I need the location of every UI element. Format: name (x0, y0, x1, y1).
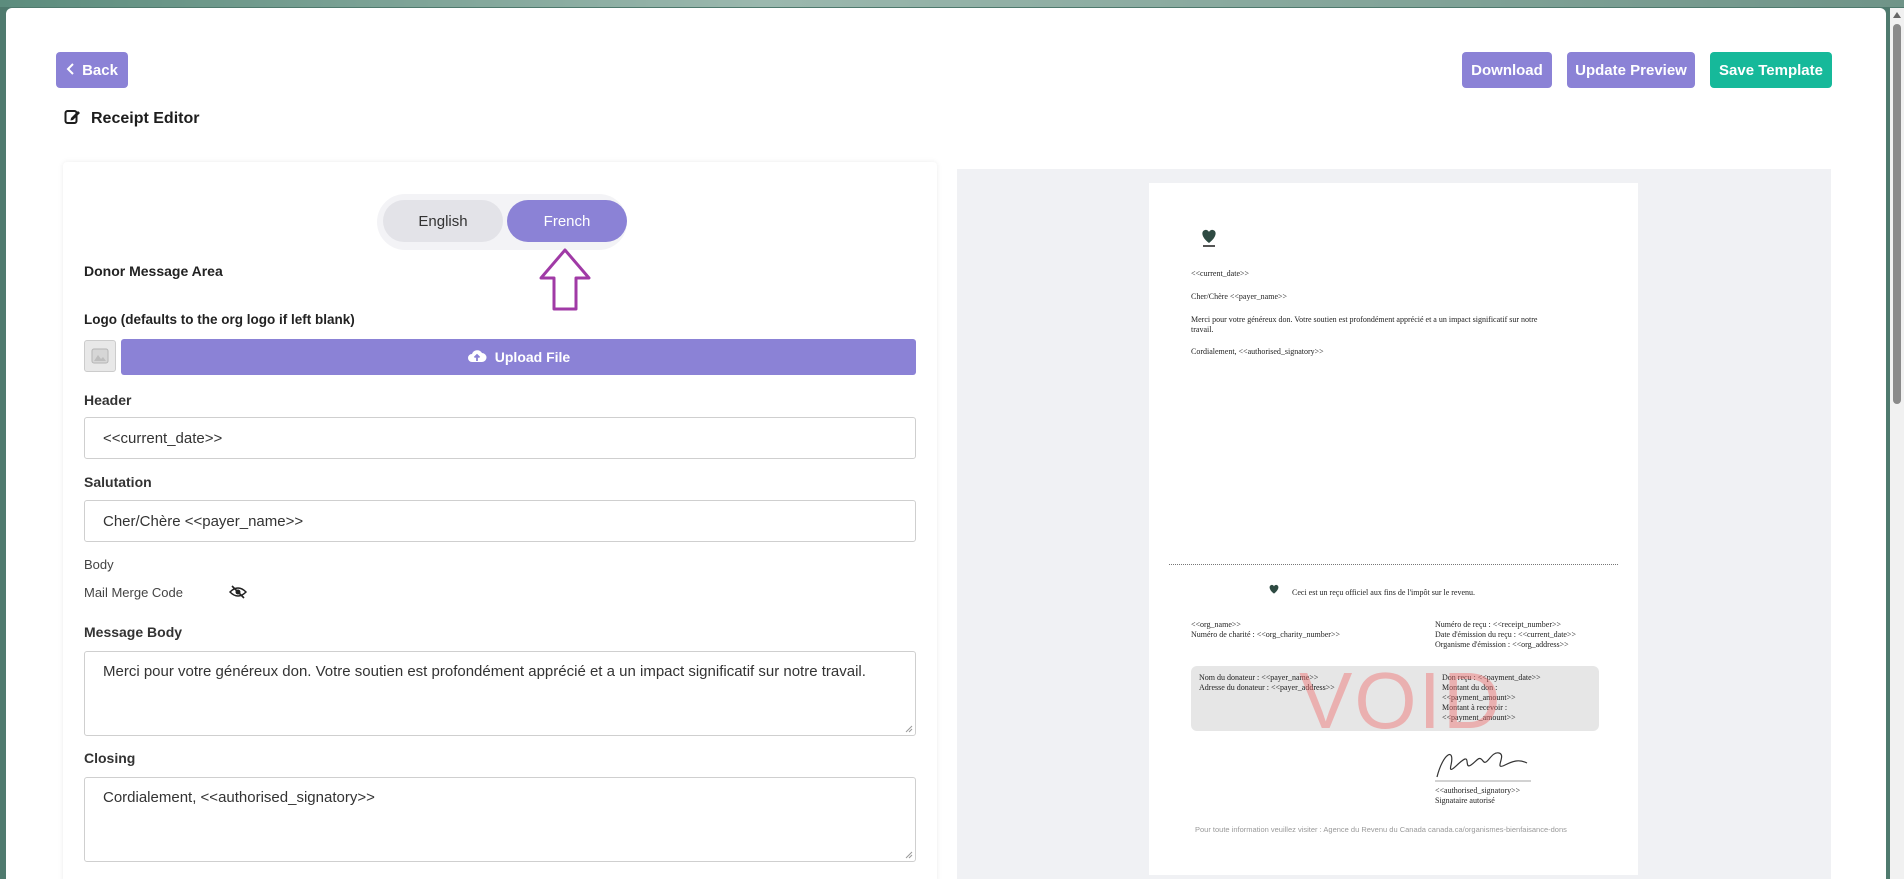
message-body-text: Merci pour votre généreux don. Votre sou… (103, 663, 866, 680)
language-toggle: English French (377, 194, 627, 250)
message-body-textarea[interactable]: Merci pour votre généreux don. Votre sou… (84, 651, 916, 736)
receipt-editor-modal: Back Download Update Preview Save Templa… (6, 8, 1886, 879)
page-scrollbar[interactable] (1890, 8, 1904, 879)
edit-icon (64, 108, 81, 130)
preview-body-line1: Merci pour votre généreux don. Votre sou… (1191, 315, 1538, 324)
salutation-input[interactable]: Cher/Chère <<payer_name>> (84, 500, 916, 542)
mail-merge-label: Mail Merge Code (84, 585, 183, 600)
receipt-preview-panel: <<current_date>> Cher/Chère <<payer_name… (957, 169, 1831, 879)
header-label: Header (84, 392, 132, 408)
issuing-org: Organisme d'émission : <<org_address>> (1435, 640, 1569, 649)
receipt-number: Numéro de reçu : <<receipt_number>> (1435, 620, 1561, 629)
logo-label: Logo (defaults to the org logo if left b… (84, 312, 355, 327)
update-preview-button[interactable]: Update Preview (1567, 52, 1695, 88)
back-button[interactable]: Back (56, 52, 128, 88)
body-label: Body (84, 557, 114, 572)
eye-slash-icon[interactable] (228, 585, 248, 604)
english-tab[interactable]: English (383, 200, 503, 242)
message-body-label: Message Body (84, 624, 183, 640)
page-title: Receipt Editor (64, 108, 199, 130)
signatory-name: <<authorised_signatory>> (1435, 786, 1521, 795)
closing-text: Cordialement, <<authorised_signatory>> (103, 789, 375, 806)
void-watermark: VOID (1299, 656, 1503, 745)
preview-salutation: Cher/Chère <<payer_name>> (1191, 292, 1288, 301)
signature-image (1433, 743, 1533, 788)
preview-closing: Cordialement, <<authorised_signatory>> (1191, 347, 1324, 356)
receipt-logo-image (1267, 583, 1281, 604)
header-input[interactable]: <<current_date>> (84, 417, 916, 459)
upload-file-label: Upload File (494, 349, 571, 365)
closing-label: Closing (84, 750, 136, 766)
download-button[interactable]: Download (1462, 52, 1552, 88)
cloud-upload-icon (467, 349, 487, 366)
closing-textarea[interactable]: Cordialement, <<authorised_signatory>> (84, 777, 916, 862)
chevron-left-icon (66, 62, 76, 79)
signatory-title: Signataire autorisé (1435, 796, 1495, 805)
resize-handle-icon[interactable] (905, 851, 913, 859)
scroll-up-icon[interactable] (1893, 12, 1901, 18)
editor-form-card: English French Donor Message Area Logo (… (63, 162, 937, 879)
receipt-preview-page: <<current_date>> Cher/Chère <<payer_name… (1149, 183, 1638, 875)
issue-date: Date d'émission du reçu : <<current_date… (1435, 630, 1576, 639)
french-tab[interactable]: French (507, 200, 627, 242)
charity-number: Numéro de charité : <<org_charity_number… (1191, 630, 1340, 639)
preview-date: <<current_date>> (1191, 269, 1250, 278)
back-label: Back (82, 61, 118, 79)
upload-file-button[interactable]: Upload File (121, 339, 916, 375)
annotation-arrow-up-icon (538, 248, 592, 317)
section-title: Donor Message Area (84, 263, 223, 279)
org-name: <<org_name>> (1191, 620, 1241, 629)
salutation-label: Salutation (84, 474, 152, 490)
official-receipt-notice: Ceci est un reçu officiel aux fins de l'… (1292, 588, 1476, 597)
logo-upload-row: Upload File (84, 339, 916, 375)
org-logo-image (1199, 227, 1219, 256)
background-strip (0, 0, 1904, 7)
resize-handle-icon[interactable] (905, 725, 913, 733)
save-template-button[interactable]: Save Template (1710, 52, 1832, 88)
preview-body-line2: travail. (1191, 325, 1214, 334)
tear-line (1169, 564, 1618, 565)
receipt-footer-note: Pour toute information veuillez visiter … (1195, 825, 1567, 834)
page-title-text: Receipt Editor (91, 110, 200, 127)
scrollbar-thumb[interactable] (1893, 24, 1901, 404)
logo-placeholder-image (84, 340, 116, 372)
